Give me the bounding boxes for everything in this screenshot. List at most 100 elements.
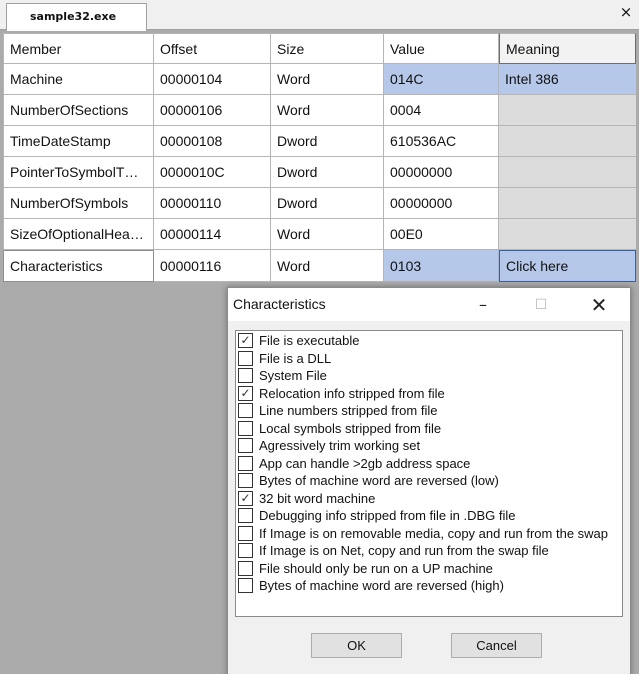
size-cell[interactable]: Word (271, 250, 384, 282)
checklist-item[interactable]: Bytes of machine word are reversed (high… (236, 577, 622, 595)
size-cell[interactable]: Word (271, 95, 384, 126)
checkbox-checked-icon[interactable]: ✓ (238, 490, 253, 506)
table-row[interactable]: Machine 00000104 Word 014C Intel 386 (3, 64, 636, 95)
meaning-cell[interactable] (499, 188, 636, 219)
member-cell[interactable]: Characteristics (3, 250, 154, 282)
value-cell[interactable]: 00E0 (384, 219, 499, 250)
close-icon[interactable]: × (618, 4, 634, 20)
close-icon[interactable]: ✕ (576, 288, 622, 321)
table-row[interactable]: PointerToSymbolT… 0000010C Dword 0000000… (3, 157, 636, 188)
maximize-icon: ☐ (534, 296, 548, 313)
tab-strip: sample32.exe × (0, 0, 639, 31)
size-cell[interactable]: Word (271, 219, 384, 250)
checklist-item-label: Line numbers stripped from file (259, 403, 438, 419)
meaning-cell[interactable] (499, 95, 636, 126)
column-header-size[interactable]: Size (271, 33, 384, 64)
table-header-row: Member Offset Size Value Meaning (3, 33, 636, 64)
member-cell[interactable]: NumberOfSymbols (3, 188, 154, 219)
checkbox-unchecked-icon[interactable] (238, 560, 253, 576)
checkbox-unchecked-icon[interactable] (238, 403, 253, 419)
checkbox-unchecked-icon[interactable] (238, 508, 253, 524)
meaning-cell[interactable] (499, 219, 636, 250)
value-cell[interactable]: 0004 (384, 95, 499, 126)
checklist-item-label: Bytes of machine word are reversed (low) (259, 473, 499, 489)
checklist-item[interactable]: Debugging info stripped from file in .DB… (236, 507, 622, 525)
offset-cell[interactable]: 00000110 (154, 188, 271, 219)
checklist-item[interactable]: ✓ File is executable (236, 332, 622, 350)
size-cell[interactable]: Word (271, 64, 384, 95)
checklist-item[interactable]: System File (236, 367, 622, 385)
checkbox-unchecked-icon[interactable] (238, 455, 253, 471)
checklist-item-label: If Image is on Net, copy and run from th… (259, 543, 549, 559)
table-row[interactable]: SizeOfOptionalHea… 00000114 Word 00E0 (3, 219, 636, 250)
checklist-item[interactable]: If Image is on Net, copy and run from th… (236, 542, 622, 560)
meaning-cell[interactable] (499, 126, 636, 157)
checklist-item-label: Agressively trim working set (259, 438, 421, 454)
checkbox-unchecked-icon[interactable] (238, 368, 253, 384)
offset-cell[interactable]: 00000108 (154, 126, 271, 157)
checkbox-unchecked-icon[interactable] (238, 543, 253, 559)
ok-button[interactable]: OK (311, 633, 402, 658)
column-header-offset[interactable]: Offset (154, 33, 271, 64)
value-cell[interactable]: 00000000 (384, 188, 499, 219)
offset-cell[interactable]: 0000010C (154, 157, 271, 188)
cancel-button[interactable]: Cancel (451, 633, 542, 658)
dialog-title: Characteristics (233, 296, 326, 312)
value-cell[interactable]: 00000000 (384, 157, 499, 188)
checklist-item[interactable]: Agressively trim working set (236, 437, 622, 455)
column-header-member[interactable]: Member (3, 33, 154, 64)
member-cell[interactable]: Machine (3, 64, 154, 95)
checklist-item[interactable]: Bytes of machine word are reversed (low) (236, 472, 622, 490)
offset-cell[interactable]: 00000104 (154, 64, 271, 95)
column-header-meaning[interactable]: Meaning (499, 33, 636, 64)
pe-header-table: Member Offset Size Value Meaning Machine… (3, 33, 636, 282)
minimize-icon[interactable]: – (460, 288, 506, 321)
offset-cell[interactable]: 00000114 (154, 219, 271, 250)
size-cell[interactable]: Dword (271, 157, 384, 188)
tab-sample32-exe[interactable]: sample32.exe (6, 3, 147, 31)
meaning-click-here-cell[interactable]: Click here (499, 250, 636, 282)
checklist-item[interactable]: Local symbols stripped from file (236, 420, 622, 438)
checkbox-unchecked-icon[interactable] (238, 525, 253, 541)
table-row[interactable]: NumberOfSections 00000106 Word 0004 (3, 95, 636, 126)
offset-cell[interactable]: 00000116 (154, 250, 271, 282)
member-cell[interactable]: NumberOfSections (3, 95, 154, 126)
checklist-item-label: 32 bit word machine (259, 490, 376, 506)
value-cell[interactable]: 610536AC (384, 126, 499, 157)
checklist-item-label: If Image is on removable media, copy and… (259, 525, 609, 541)
dialog-titlebar[interactable]: Characteristics – ☐ ✕ (228, 288, 630, 321)
checklist-item[interactable]: ✓ 32 bit word machine (236, 490, 622, 508)
column-header-value[interactable]: Value (384, 33, 499, 64)
checkbox-checked-icon[interactable]: ✓ (238, 385, 253, 401)
size-cell[interactable]: Dword (271, 188, 384, 219)
offset-cell[interactable]: 00000106 (154, 95, 271, 126)
checklist-item-label: Local symbols stripped from file (259, 420, 442, 436)
checklist-item[interactable]: File should only be run on a UP machine (236, 560, 622, 578)
tab-label: sample32.exe (30, 10, 117, 23)
meaning-cell[interactable]: Intel 386 (499, 64, 636, 95)
checklist-item[interactable]: If Image is on removable media, copy and… (236, 525, 622, 543)
checklist-item[interactable]: App can handle >2gb address space (236, 455, 622, 473)
characteristics-checklist[interactable]: ✓ File is executable File is a DLL System F… (235, 330, 623, 617)
member-cell[interactable]: SizeOfOptionalHea… (3, 219, 154, 250)
checklist-item[interactable]: Line numbers stripped from file (236, 402, 622, 420)
table-row[interactable]: TimeDateStamp 00000108 Dword 610536AC (3, 126, 636, 157)
meaning-cell[interactable] (499, 157, 636, 188)
checklist-item-label: Relocation info stripped from file (259, 385, 445, 401)
value-cell[interactable]: 0103 (384, 250, 499, 282)
checkbox-unchecked-icon[interactable] (238, 438, 253, 454)
table-row[interactable]: NumberOfSymbols 00000110 Dword 00000000 (3, 188, 636, 219)
checkbox-unchecked-icon[interactable] (238, 350, 253, 366)
member-cell[interactable]: PointerToSymbolT… (3, 157, 154, 188)
member-cell[interactable]: TimeDateStamp (3, 126, 154, 157)
checklist-item[interactable]: ✓ Relocation info stripped from file (236, 385, 622, 403)
value-cell[interactable]: 014C (384, 64, 499, 95)
size-cell[interactable]: Dword (271, 126, 384, 157)
checkbox-unchecked-icon[interactable] (238, 578, 253, 594)
checklist-item-label: App can handle >2gb address space (259, 455, 471, 471)
table-row[interactable]: Characteristics 00000116 Word 0103 Click… (3, 250, 636, 282)
checkbox-checked-icon[interactable]: ✓ (238, 333, 253, 349)
checkbox-unchecked-icon[interactable] (238, 473, 253, 489)
checkbox-unchecked-icon[interactable] (238, 420, 253, 436)
checklist-item[interactable]: File is a DLL (236, 350, 622, 368)
